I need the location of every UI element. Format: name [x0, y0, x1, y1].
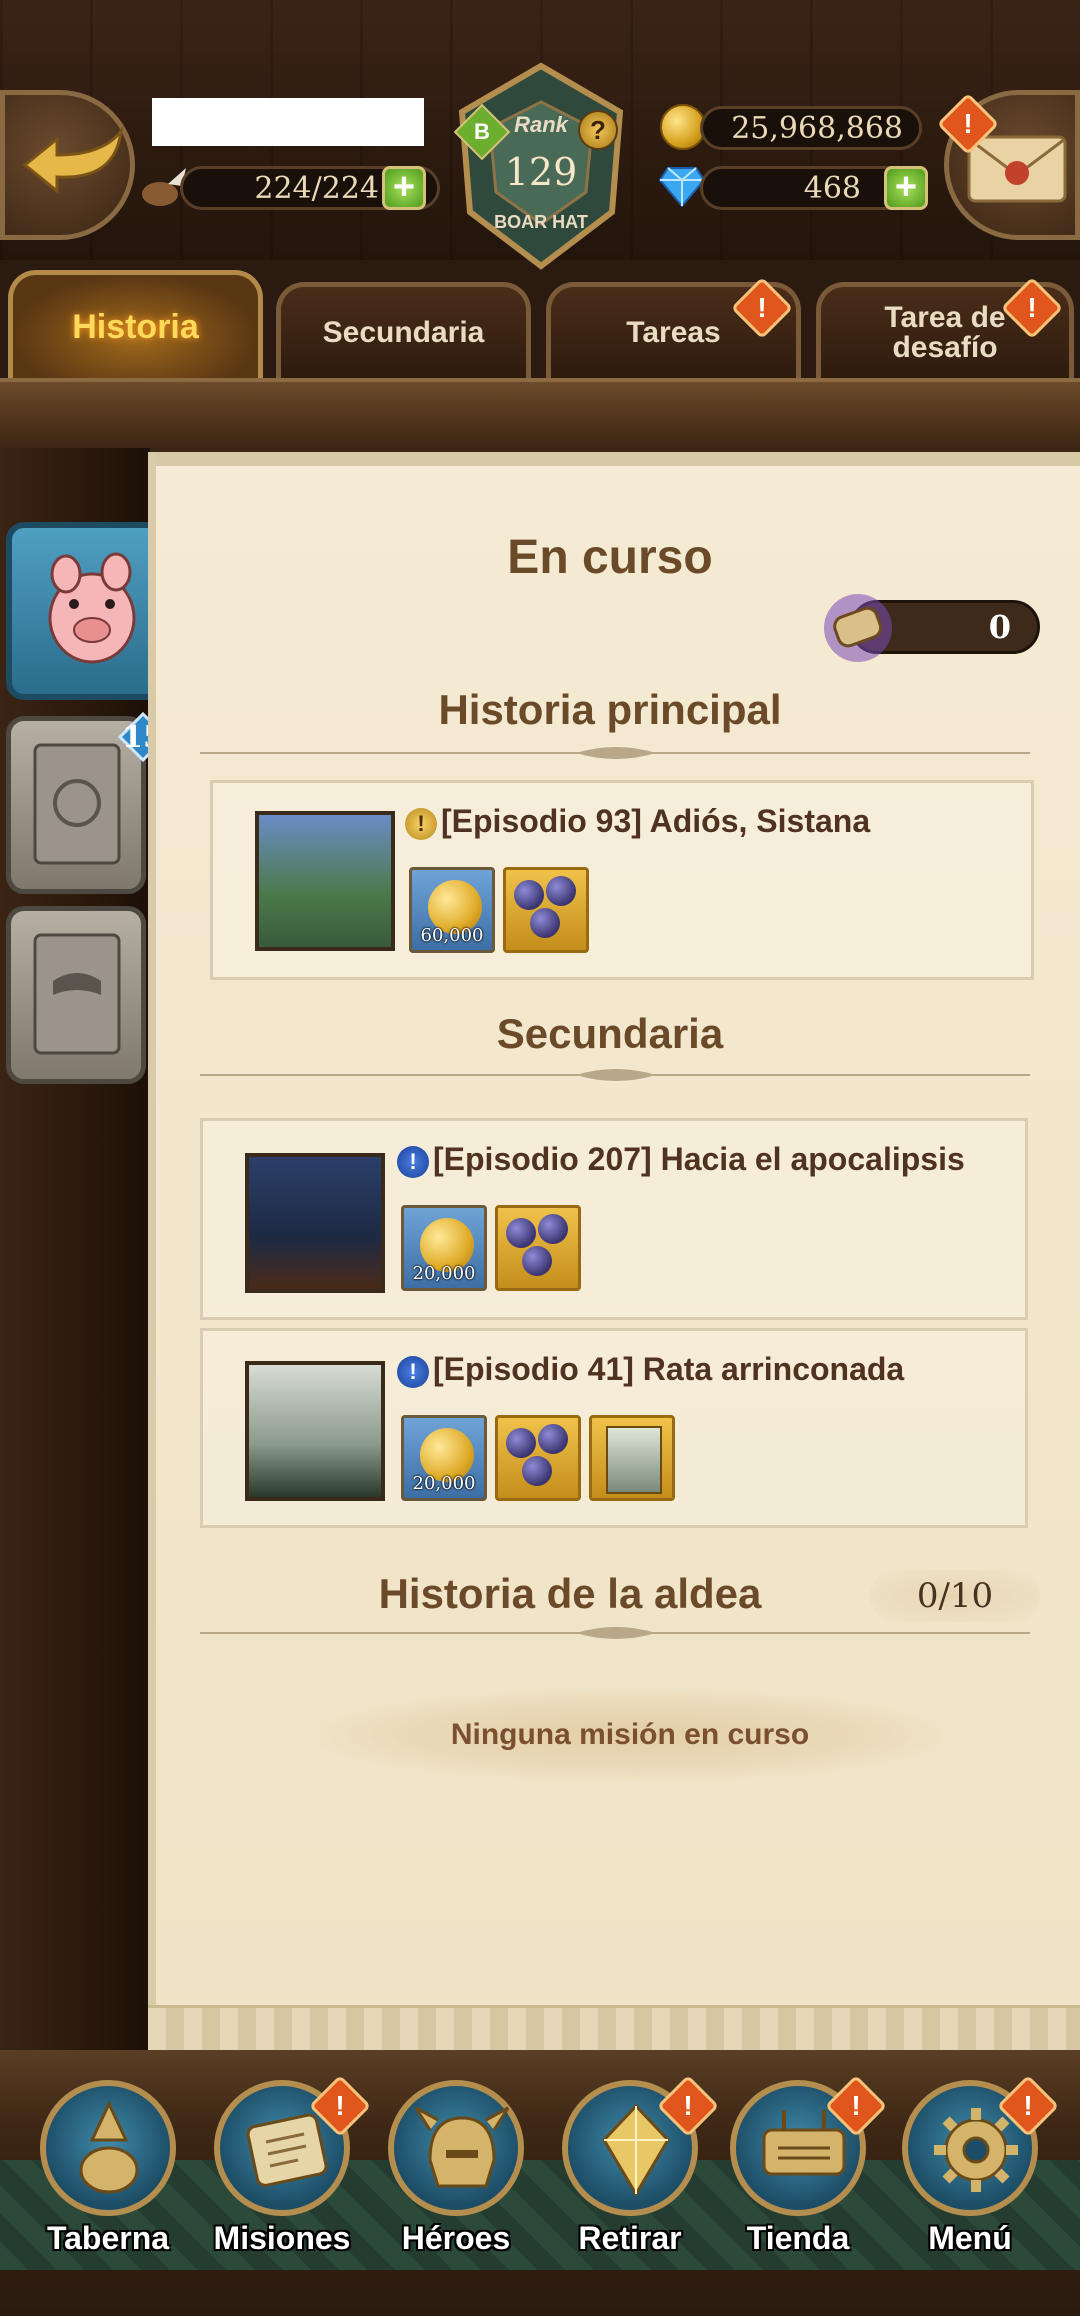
quest-thumbnail	[255, 811, 395, 951]
quest-status-icon: !	[397, 1355, 429, 1388]
reward-gold: 20,000	[401, 1205, 487, 1291]
nav-tienda[interactable]: ! Tienda	[712, 2074, 888, 2290]
player-name-field	[152, 98, 424, 146]
nav-retirar[interactable]: ! Retirar	[544, 2074, 720, 2290]
scroll-count: 0	[988, 608, 1011, 646]
helmet-icon	[414, 2106, 510, 2188]
nav-menu[interactable]: ! Menú	[884, 2074, 1060, 2290]
empty-quest-message: Ninguna misión en curso	[320, 1690, 940, 1780]
nav-misiones[interactable]: ! Misiones	[196, 2074, 372, 2290]
quest-card[interactable]: ! [Episodio 93] Adiós, Sistana 60,000	[210, 780, 1034, 980]
back-arrow-icon	[22, 125, 124, 195]
nav-label: Tienda	[746, 2220, 850, 2256]
quest-title: ! [Episodio 41] Rata arrinconada	[397, 1351, 904, 1388]
tab-label: Historia	[72, 307, 199, 346]
nav-label: Menú	[928, 2220, 1012, 2256]
section-title-principal: Historia principal	[438, 686, 782, 733]
parchment-border	[148, 2005, 1080, 2056]
quest-thumbnail	[245, 1361, 385, 1501]
rank-value: 129	[504, 150, 578, 194]
tab-label: Secundaria	[322, 315, 485, 349]
gem-icon	[658, 164, 706, 208]
gold-bar: 25,968,868	[700, 106, 922, 150]
nav-label: Retirar	[578, 2220, 682, 2256]
gem-value: 468	[803, 170, 861, 206]
tavern-icon	[79, 2100, 139, 2194]
stamina-value: 224/224	[254, 170, 379, 206]
nav-taberna[interactable]: Taberna	[22, 2080, 194, 2290]
quest-card[interactable]: ! [Episodio 207] Hacia el apocalipsis 20,…	[200, 1118, 1028, 1320]
quest-title: ! [Episodio 93] Adiós, Sistana	[405, 803, 870, 840]
aldea-count-value: 0/10	[916, 1576, 994, 1616]
reward-gems	[495, 1205, 581, 1291]
aldea-count: 0/10	[870, 1570, 1040, 1622]
masked-book-icon	[33, 933, 121, 1055]
divider-ornament	[576, 1625, 656, 1646]
reward-gems	[503, 867, 589, 953]
gem-add-button[interactable]: +	[884, 166, 928, 210]
pig-icon	[48, 552, 136, 664]
section-title-aldea: Historia de la aldea	[378, 1570, 762, 1617]
quest-thumbnail	[245, 1153, 385, 1293]
book-icon	[33, 743, 121, 865]
rank-badge-text: BOAR HAT	[494, 212, 588, 232]
tab-label: Tareas	[626, 315, 721, 349]
reward-hero-card	[589, 1415, 675, 1501]
quest-status-icon: !	[405, 807, 437, 840]
quest-card[interactable]: ! [Episodio 41] Rata arrinconada 20,000	[200, 1328, 1028, 1528]
rank-help-icon[interactable]: ?	[578, 110, 618, 150]
tab-historia[interactable]: Historia	[8, 270, 263, 378]
reward-gems	[495, 1415, 581, 1501]
quest-title: ! [Episodio 207] Hacia el apocalipsis	[397, 1141, 965, 1178]
quest-status-icon: !	[397, 1145, 429, 1178]
section-title-secundaria: Secundaria	[496, 1010, 724, 1057]
rank-help-mark: ?	[590, 114, 606, 145]
empty-message-text: Ninguna misión en curso	[450, 1718, 810, 1751]
scroll-item-icon	[818, 588, 898, 668]
nav-label: Misiones	[213, 2220, 351, 2256]
divider-ornament	[576, 1067, 656, 1088]
reward-gold: 20,000	[401, 1415, 487, 1501]
stamina-add-button[interactable]: +	[382, 166, 426, 210]
divider-ornament	[576, 745, 656, 766]
page-title: En curso	[507, 531, 713, 584]
side-tab-book-2[interactable]	[6, 906, 146, 1084]
rank-label: Rank	[514, 112, 568, 137]
tab-shelf	[0, 378, 1080, 456]
tab-label: Tarea de desafío	[884, 300, 1006, 364]
nav-heroes[interactable]: Héroes	[370, 2080, 542, 2290]
nav-label: Héroes	[401, 2220, 511, 2256]
reward-gold: 60,000	[409, 867, 495, 953]
nav-label: Taberna	[46, 2220, 170, 2256]
gold-value: 25,968,868	[731, 110, 903, 146]
tab-secundaria[interactable]: Secundaria	[276, 282, 531, 378]
rank-grade: B	[474, 119, 490, 144]
